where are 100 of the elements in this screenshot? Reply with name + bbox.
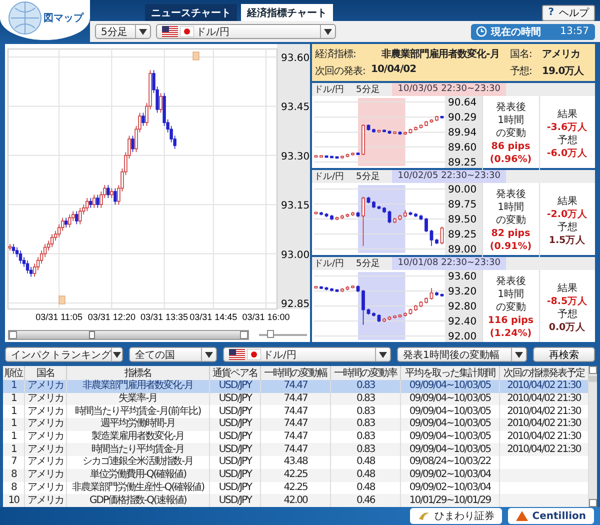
stat-label: 発表後 [496, 101, 526, 114]
axis-label: 92.80 [448, 302, 477, 312]
tab[interactable]: 経済指標チャート [241, 4, 333, 21]
stat-label: の変動 [496, 301, 526, 314]
candlestick [430, 288, 434, 300]
vertical-scrollbar[interactable] [589, 366, 597, 507]
table-row[interactable]: 8 アメリカ 単位労働費用-Q(確報値) USD/JPY 42.25 0.48 09/09/02~10/03/04 [3, 468, 588, 482]
tab[interactable]: ニュースチャート [145, 4, 237, 21]
table-cell: アメリカ [24, 418, 66, 431]
table-row[interactable]: 1 アメリカ 失業率-月 USD/JPY 74.47 0.83 09/09/04~10/03/05 2010/04/02 21:30 [3, 392, 588, 406]
interval-dropdown[interactable]: 5分足 [95, 24, 151, 39]
horizontal-scrollbar[interactable] [8, 330, 249, 340]
filter-dropdown[interactable]: ドル/円 [223, 347, 391, 362]
percent-value: (0.91%) [490, 240, 532, 253]
table-cell: 1 [3, 392, 25, 406]
filter-dropdown[interactable]: 全ての国 [129, 347, 217, 362]
stat-label: 発表後 [496, 188, 526, 201]
table-cell: 0.83 [330, 392, 401, 406]
period-label: 10/02/05 22:30~23:30 [392, 170, 506, 183]
currency-pair-dropdown[interactable]: ドル/円 [156, 24, 336, 39]
column-header[interactable]: 次回の指標発表予定 [499, 366, 588, 380]
table-row[interactable]: 1 アメリカ 週平均労働時間-月 USD/JPY 74.47 0.83 09/09/04~10/03/05 2010/04/02 21:30 [3, 418, 588, 431]
table-cell: 09/09/04~10/03/05 [400, 443, 500, 456]
table-row[interactable]: 1 アメリカ 時間当たり平均賃金-月 USD/JPY 74.47 0.83 09/09/04~10/03/05 2010/04/02 21:30 [3, 443, 588, 456]
pair-label: ドル/円 [314, 84, 344, 96]
axis-label: 93.00 [281, 250, 310, 261]
axis-label: 89.25 [448, 230, 477, 240]
sponsor-logo[interactable]: ひまわり証券 [410, 508, 502, 524]
clock-icon [476, 26, 488, 37]
column-header[interactable]: 順位 [3, 366, 25, 380]
column-header[interactable]: 国名 [24, 366, 66, 380]
column-header[interactable]: 一時間の変動率 [330, 366, 401, 380]
filter-dropdown[interactable]: インパクトランキング [5, 347, 123, 362]
table-cell: USD/JPY [210, 443, 261, 456]
table-row[interactable]: 1 アメリカ 非農業部門雇用者数変化-月 USD/JPY 74.47 0.83 09/09/04~10/03/05 2010/04/02 21:30 [3, 380, 588, 393]
result-value: -8.5万人 [546, 294, 588, 308]
result-label: 結果 [557, 282, 578, 294]
table-cell: 09/09/04~10/03/05 [400, 392, 500, 406]
axis-label: 03/31 13:35 [140, 312, 188, 322]
period-label: 10/03/05 22:30~23:30 [392, 83, 506, 96]
forecast-label: 予想 [557, 134, 578, 146]
caret-icon [139, 28, 147, 34]
help-button[interactable]: ? ヘルプ [542, 4, 595, 20]
triangle-icon [516, 511, 528, 521]
table-row[interactable]: 10 アメリカ GDP価格指数-Q(速報値) USD/JPY 42.00 0.46 10/01/29~10/01/29 [3, 494, 588, 507]
bird-icon [418, 511, 430, 521]
column-header[interactable]: 指標名 [66, 366, 210, 380]
candlestick [86, 198, 89, 212]
field-label: 経済指標: [315, 48, 357, 61]
table-cell: 時間当たり平均賃金-月 [66, 443, 210, 456]
axis-label: 93.30 [281, 151, 310, 162]
filter-dropdown[interactable]: 発表1時間後の変動幅 [397, 347, 527, 362]
us-flag-icon [229, 349, 245, 360]
current-time-button[interactable]: 現在の時間 [471, 24, 546, 38]
field-value: アメリカ [542, 48, 581, 61]
caret-icon [324, 28, 332, 34]
field-label: 予想: [510, 64, 533, 78]
pair-label: ドル/円 [314, 258, 344, 270]
table-cell: 0.48 [330, 468, 401, 482]
forecast-label: 予想 [557, 220, 578, 234]
field-label: 国名: [510, 48, 533, 61]
axis-label: 89.25 [448, 158, 477, 168]
search-button[interactable]: 再検索 [533, 347, 595, 362]
slider-thumb[interactable] [267, 330, 274, 338]
interval-label: 5分足 [356, 258, 380, 270]
table-cell: 09/09/04~10/03/05 [400, 418, 500, 431]
column-header[interactable]: 一時間の変動幅 [260, 366, 331, 380]
event-marker-icon[interactable] [192, 52, 200, 60]
candlestick [142, 112, 145, 126]
event-marker-icon[interactable] [58, 296, 66, 304]
axis-label: 92.85 [281, 299, 310, 310]
axis-label: 89.00 [448, 244, 477, 255]
table-cell: 単位労働費用-Q(確報値) [66, 468, 210, 482]
axis-label: 90.00 [448, 184, 477, 196]
table-cell: 1 [3, 443, 25, 456]
forecast-label: 予想 [557, 308, 578, 320]
result-label: 結果 [557, 108, 578, 120]
axis-label: 93.20 [448, 286, 477, 298]
axis-label: 03/31 16:00 [242, 312, 290, 322]
table-cell: 74.47 [260, 392, 331, 406]
axis-label: 03/31 14:45 [190, 312, 238, 322]
column-header[interactable]: 平均を取った集計期間 [400, 366, 500, 380]
forecast-value: 1.5万人 [548, 234, 586, 246]
us-flag-icon [162, 26, 178, 37]
table-cell: アメリカ [24, 443, 66, 456]
percent-value: (0.96%) [490, 153, 532, 166]
column-header[interactable]: 通貨ペア名 [210, 366, 261, 380]
candlestick [89, 198, 92, 208]
sponsor-logo[interactable]: Centillion [508, 508, 594, 524]
axis-label: 93.60 [281, 53, 310, 64]
pips-value: 82 pips [491, 227, 530, 240]
axis-label: 90.64 [448, 98, 477, 108]
globe-icon [6, 0, 42, 36]
interval-label: 5分足 [356, 84, 380, 96]
candlestick [106, 184, 110, 198]
sponsor-name: ひまわり証券 [434, 510, 494, 523]
pips-value: 116 pips [488, 314, 534, 327]
stat-label: 1時間 [498, 201, 524, 214]
candlestick [64, 217, 68, 228]
result-value: -2.0万人 [546, 208, 588, 220]
